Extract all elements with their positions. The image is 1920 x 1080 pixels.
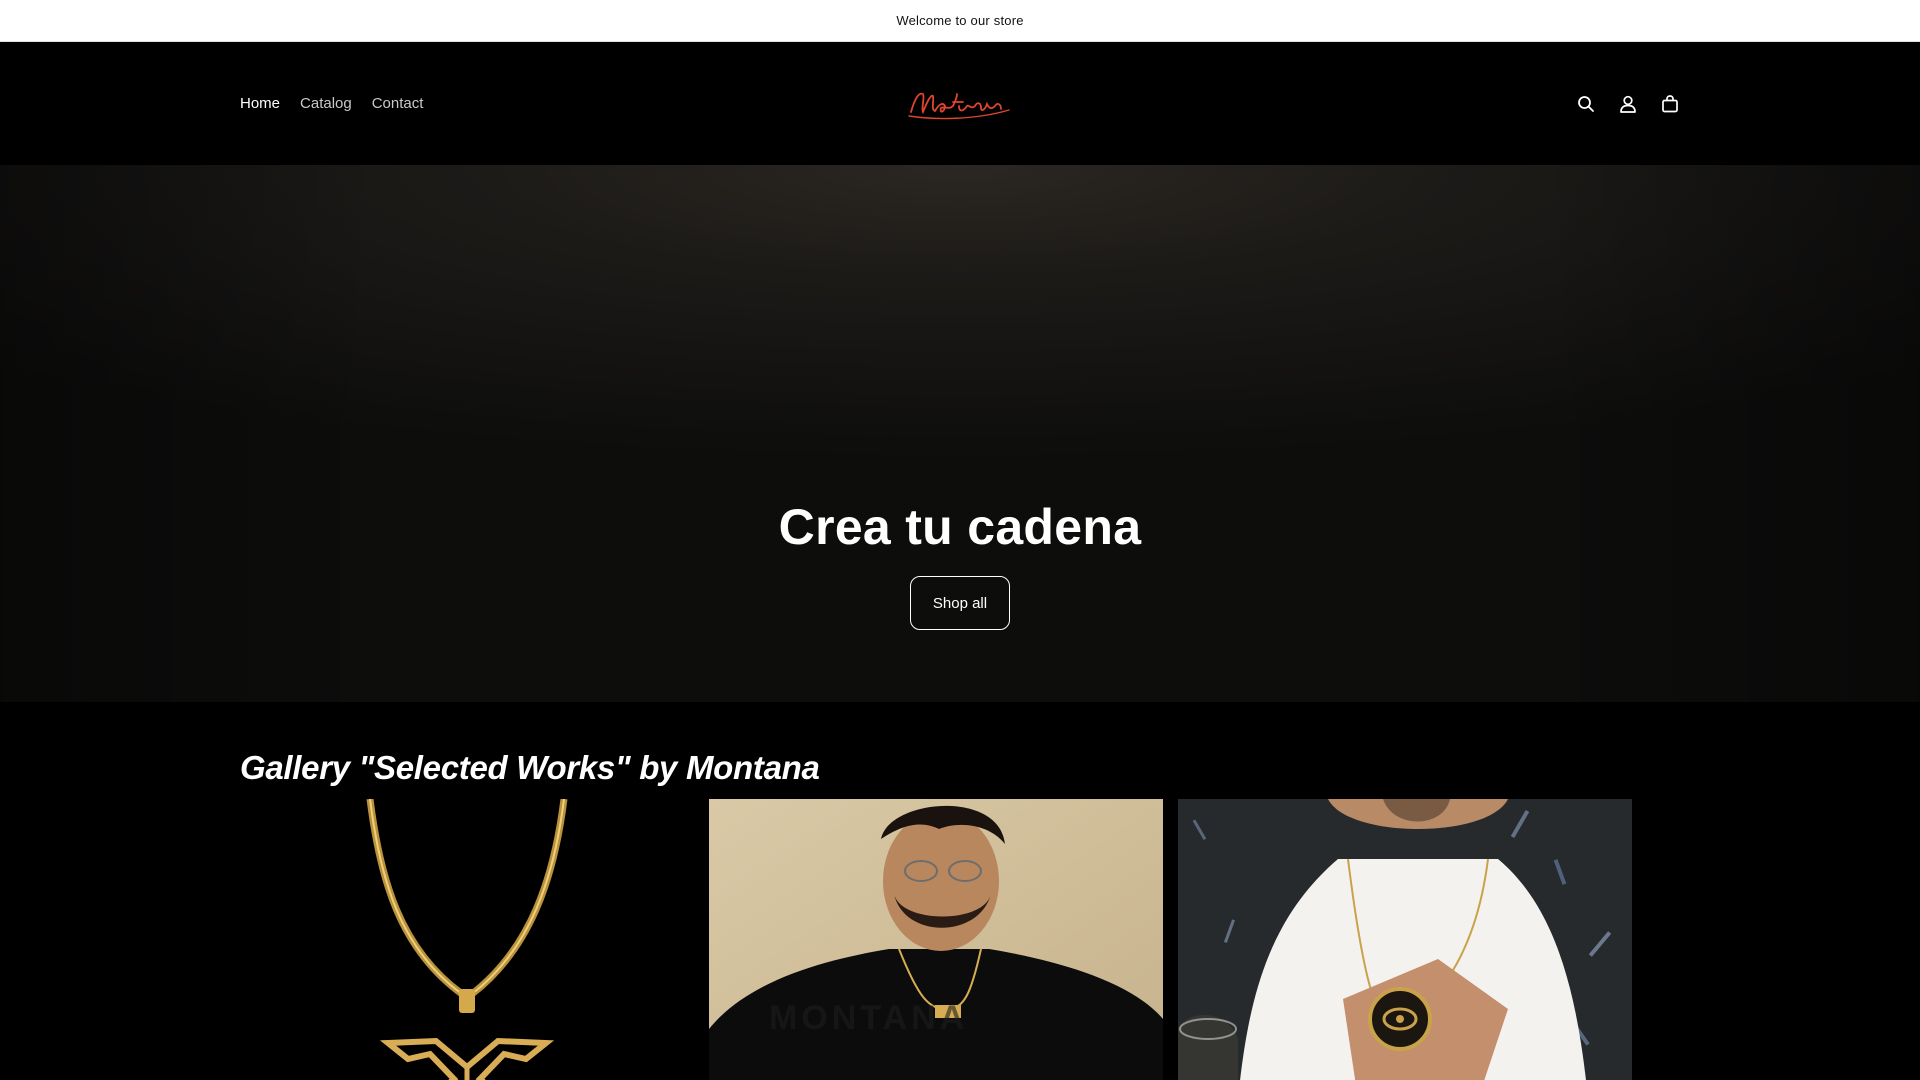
nav-home-link[interactable]: Home (240, 95, 280, 112)
nav-contact-link[interactable]: Contact (372, 95, 424, 112)
montana-logo[interactable] (905, 84, 1015, 124)
gold-pendant-necklace-image[interactable] (240, 799, 694, 1080)
search-icon[interactable] (1576, 94, 1596, 114)
main-nav: Home Catalog Contact (240, 42, 423, 165)
man-wearing-chain-image[interactable]: MONTANA (709, 799, 1163, 1080)
gallery-title: Gallery "Selected Works" by Montana (240, 749, 820, 786)
gallery-grid: MONTANA (240, 799, 1920, 1080)
shop-all-button[interactable]: Shop all (910, 576, 1010, 630)
account-icon[interactable] (1618, 94, 1638, 114)
hero-title: Crea tu cadena (778, 499, 1142, 555)
gallery-section: Gallery "Selected Works" by Montana MONT… (0, 702, 1920, 1080)
logo-script (908, 92, 1010, 119)
hero-banner: Crea tu cadena Shop all (0, 165, 1920, 702)
announcement-text: Welcome to our store (896, 13, 1024, 28)
svg-text:MONTANA: MONTANA (769, 999, 968, 1037)
header-icons (1576, 42, 1680, 165)
announcement-bar: Welcome to our store (0, 0, 1920, 42)
eye-pendant-chain-image[interactable] (1178, 799, 1632, 1080)
nav-catalog-link[interactable]: Catalog (300, 95, 352, 112)
cart-icon[interactable] (1660, 94, 1680, 114)
site-header: Home Catalog Contact (0, 42, 1920, 165)
